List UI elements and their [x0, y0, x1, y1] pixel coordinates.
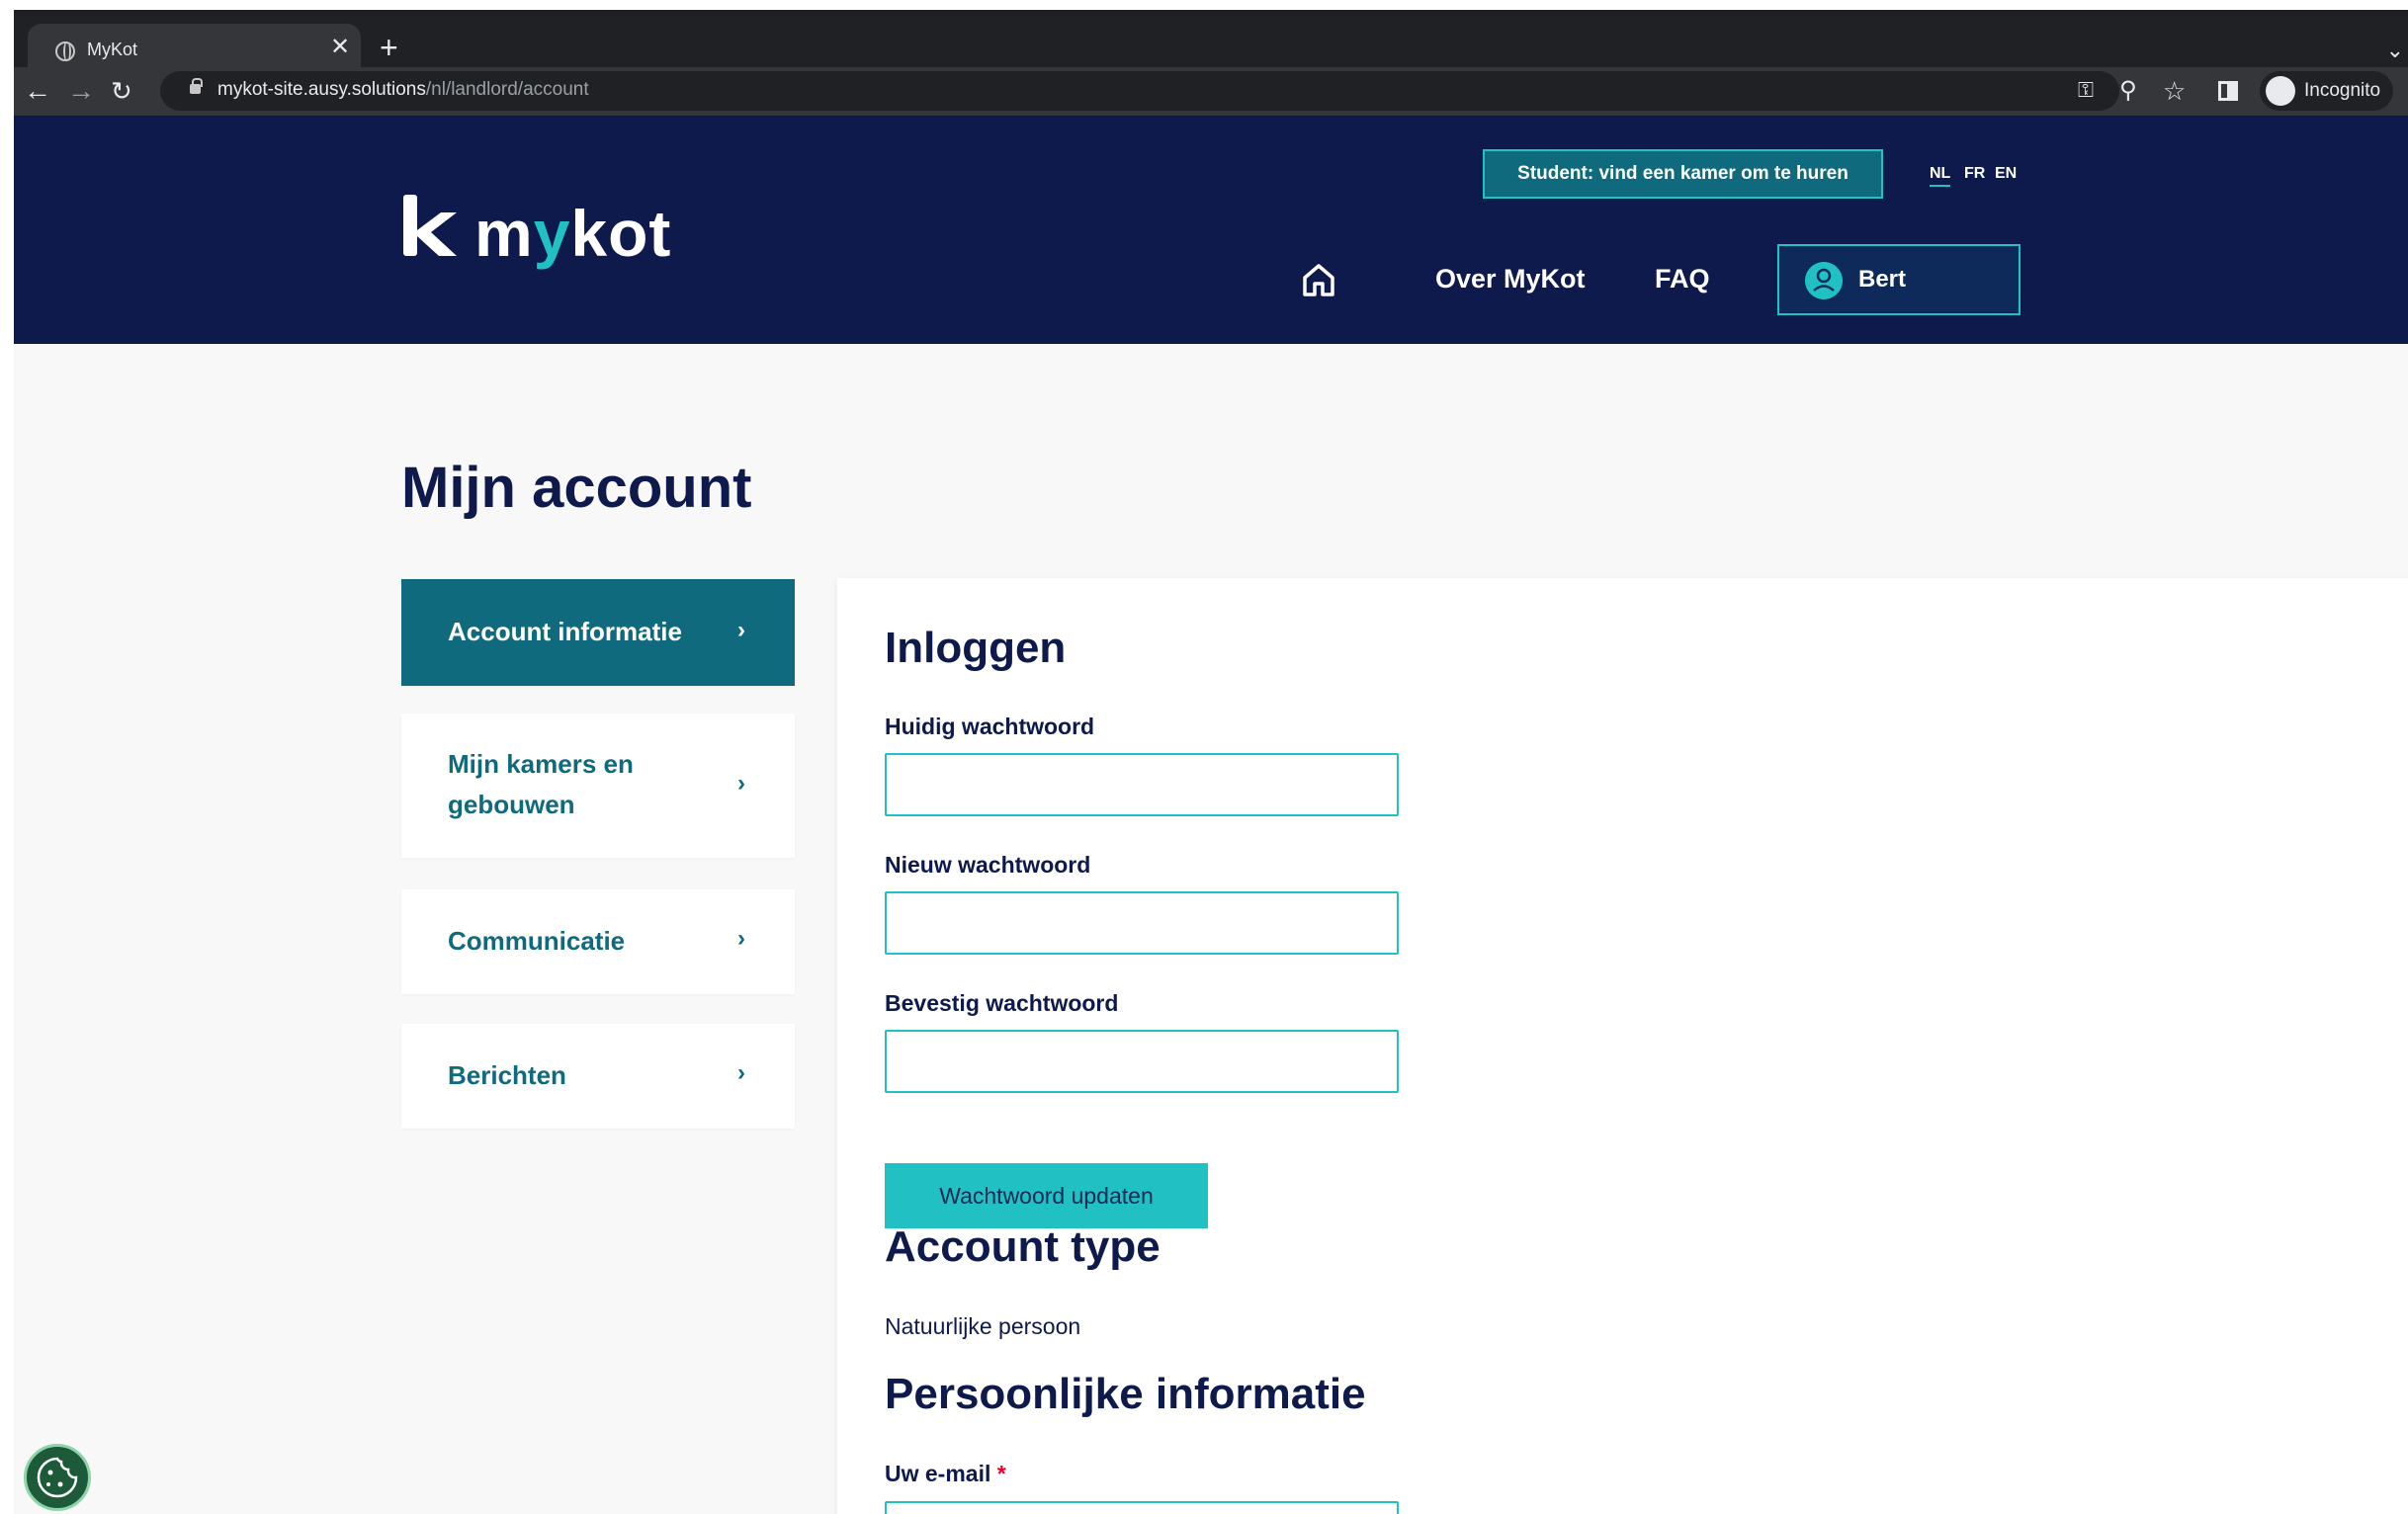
sidebar-item-label-line1: Mijn kamers en: [448, 749, 634, 779]
address-bar[interactable]: mykot-site.ausy.solutions/nl/landlord/ac…: [160, 71, 2119, 111]
logo-text-kot: kot: [570, 197, 672, 270]
nav-over-mykot[interactable]: Over MyKot: [1435, 264, 1586, 294]
sidebar-item-label-line2: gebouwen: [448, 790, 575, 819]
chevron-right-icon: ›: [737, 617, 745, 643]
login-heading: Inloggen: [885, 624, 1067, 672]
sidebar-item-label: Berichten: [448, 1060, 566, 1090]
side-panel-icon[interactable]: [2218, 81, 2238, 101]
incognito-label: Incognito: [2304, 80, 2381, 101]
logo-text-y: y: [533, 197, 571, 270]
back-icon[interactable]: ←: [24, 71, 51, 111]
sidebar-item-label: Communicatie: [448, 926, 626, 956]
site-header: mykot Student: vind een kamer om te hure…: [14, 116, 2408, 344]
confirm-password-label: Bevestig wachtwoord: [885, 990, 1119, 1016]
account-type-heading: Account type: [885, 1222, 1161, 1271]
chevron-right-icon: ›: [737, 925, 745, 952]
new-password-label: Nieuw wachtwoord: [885, 852, 1091, 878]
star-icon[interactable]: ☆: [2163, 71, 2186, 111]
cookie-settings-button[interactable]: [24, 1444, 91, 1511]
key-icon[interactable]: ⚿: [2078, 79, 2094, 103]
language-en[interactable]: EN: [1995, 165, 2017, 183]
personal-info-heading: Persoonlijke informatie: [885, 1370, 1366, 1418]
globe-icon: [55, 42, 75, 61]
account-info-card: Inloggen Huidig wachtwoord Nieuw wachtwo…: [837, 578, 2408, 1514]
language-fr[interactable]: FR: [1964, 165, 1985, 183]
update-password-button[interactable]: Wachtwoord updaten: [885, 1163, 1208, 1228]
new-tab-icon[interactable]: +: [380, 32, 398, 63]
user-account-button[interactable]: Bert: [1777, 244, 2021, 315]
required-mark: *: [996, 1461, 1006, 1486]
user-icon: [1805, 262, 1843, 299]
logo-k-icon: [403, 195, 457, 256]
sidebar-item-mijn-kamers[interactable]: Mijn kamers en gebouwen ›: [401, 714, 795, 858]
browser-toolbar: ← → ↻ mykot-site.ausy.solutions/nl/landl…: [14, 67, 2408, 116]
nav-faq[interactable]: FAQ: [1655, 264, 1710, 294]
reload-icon[interactable]: ↻: [111, 71, 132, 111]
email-label-text: Uw e-mail: [885, 1461, 991, 1486]
current-password-label: Huidig wachtwoord: [885, 714, 1095, 739]
lock-icon[interactable]: [190, 78, 203, 94]
sidebar-item-label: Mijn kamers en gebouwen: [448, 744, 634, 825]
current-password-input[interactable]: [885, 753, 1399, 816]
page-content: Mijn account Account informatie › Mijn k…: [14, 344, 2408, 1514]
url-text: mykot-site.ausy.solutions/nl/landlord/ac…: [217, 79, 589, 101]
cookie-icon: [37, 1457, 78, 1498]
screen-edge: [0, 0, 2408, 10]
student-find-room-button[interactable]: Student: vind een kamer om te huren: [1483, 149, 1883, 199]
browser-tab-bar: MyKot ✕ + ⌄: [14, 10, 2408, 77]
tab-search-chevron-icon[interactable]: ⌄: [2386, 38, 2404, 63]
email-label: Uw e-mail *: [885, 1461, 1006, 1487]
chevron-right-icon: ›: [737, 770, 745, 797]
sidebar-item-berichten[interactable]: Berichten ›: [401, 1024, 795, 1129]
home-icon[interactable]: [1301, 262, 1336, 297]
incognito-profile-button[interactable]: Incognito: [2260, 71, 2393, 111]
language-nl[interactable]: NL: [1930, 165, 1951, 187]
sidebar-item-label: Account informatie: [448, 617, 682, 646]
url-host: mykot-site.ausy.solutions: [217, 79, 426, 100]
sidebar-item-account-informatie[interactable]: Account informatie ›: [401, 579, 795, 686]
menu-icon[interactable]: ⋮: [2401, 71, 2408, 111]
close-tab-icon[interactable]: ✕: [330, 36, 350, 59]
confirm-password-input[interactable]: [885, 1030, 1399, 1093]
logo-text: mykot: [474, 199, 671, 268]
logo-text-m: m: [474, 197, 534, 270]
zoom-icon[interactable]: ⚲: [2119, 71, 2137, 111]
url-path: /nl/landlord/account: [425, 79, 589, 100]
user-name: Bert: [1858, 266, 1907, 293]
tab-title: MyKot: [87, 40, 138, 59]
sidebar-item-communicatie[interactable]: Communicatie ›: [401, 889, 795, 994]
forward-icon[interactable]: →: [67, 71, 95, 111]
incognito-icon: [2266, 76, 2295, 106]
account-type-value: Natuurlijke persoon: [885, 1313, 1081, 1339]
email-input[interactable]: [885, 1501, 1399, 1514]
chevron-right-icon: ›: [737, 1059, 745, 1086]
page-title: Mijn account: [401, 456, 752, 520]
new-password-input[interactable]: [885, 891, 1399, 955]
